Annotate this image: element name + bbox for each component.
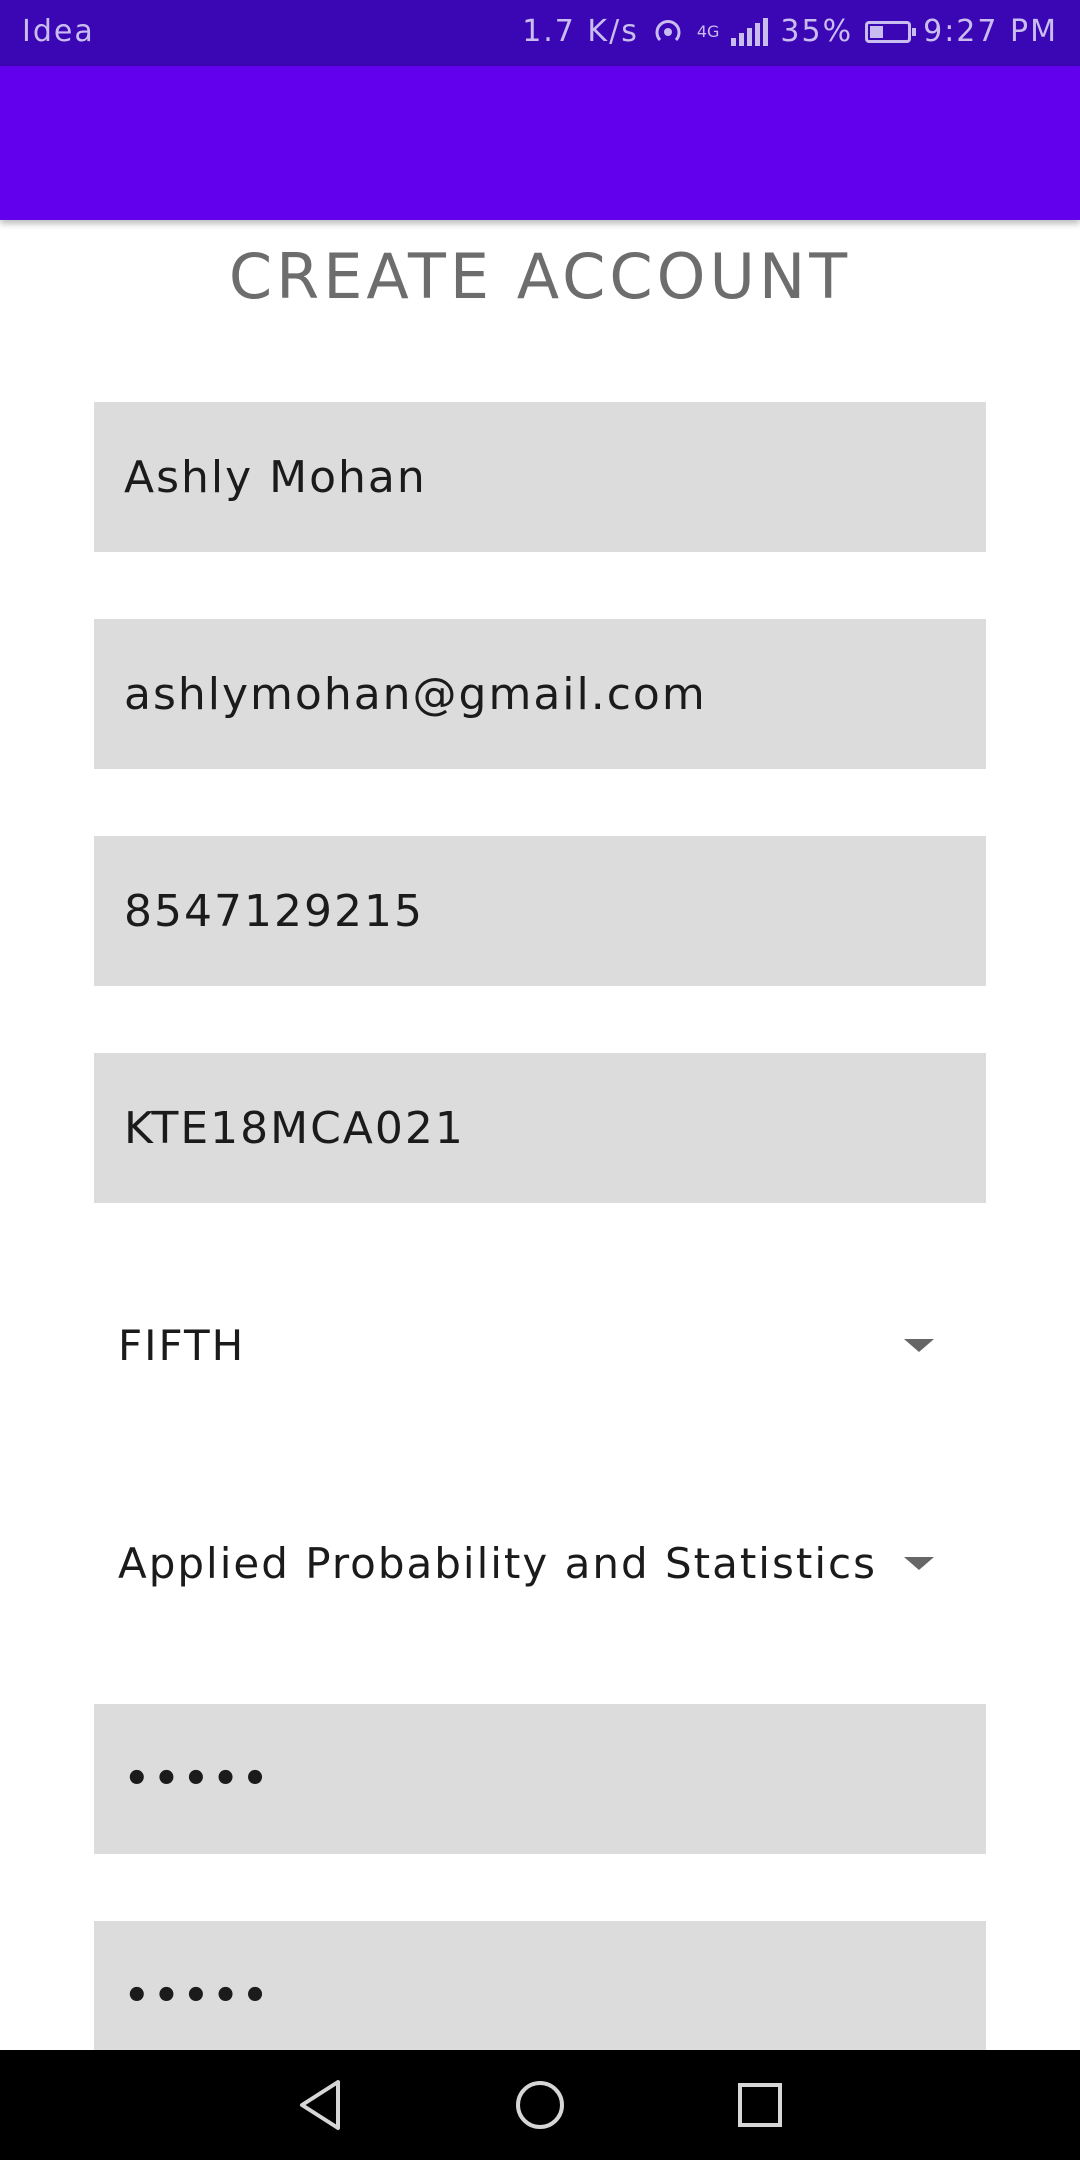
password-field[interactable]: ••••• [94, 1704, 986, 1854]
battery-icon [865, 20, 917, 43]
email-field[interactable]: ashlymohan@gmail.com [94, 619, 986, 769]
net-speed: 1.7 K/s [522, 14, 639, 49]
name-field[interactable]: Ashly Mohan [94, 402, 986, 552]
semester-value: FIFTH [118, 1320, 246, 1370]
hotspot-icon [655, 19, 681, 41]
page-title: CREATE ACCOUNT [228, 240, 852, 313]
battery-percent: 35% [780, 14, 854, 49]
status-bar: Idea 1.7 K/s 4G 35% 9:27 PM [0, 0, 1080, 66]
subject-value: Applied Probability and Statistics [118, 1538, 877, 1588]
navigation-bar [0, 2050, 1080, 2160]
dropdown-arrow-icon [904, 1339, 934, 1352]
phone-field[interactable]: 8547129215 [94, 836, 986, 986]
network-type: 4G [696, 22, 720, 41]
signal-icon [731, 17, 769, 46]
confirm-password-field[interactable]: ••••• [94, 1921, 986, 2071]
carrier-name: Idea [22, 14, 95, 49]
app-bar [0, 66, 1080, 220]
clock: 9:27 PM [923, 14, 1058, 49]
status-icons: 1.7 K/s 4G 35% 9:27 PM [522, 14, 1058, 49]
back-icon[interactable] [288, 2072, 354, 2138]
semester-dropdown[interactable]: FIFTH [94, 1285, 986, 1405]
register-number-field[interactable]: KTE18MCA021 [94, 1053, 986, 1203]
home-icon[interactable] [507, 2072, 573, 2138]
dropdown-arrow-icon [904, 1557, 934, 1570]
recents-icon[interactable] [727, 2072, 793, 2138]
screen: Idea 1.7 K/s 4G 35% 9:27 PM CREATE ACCOU… [0, 0, 1080, 2160]
subject-dropdown[interactable]: Applied Probability and Statistics [94, 1503, 986, 1623]
